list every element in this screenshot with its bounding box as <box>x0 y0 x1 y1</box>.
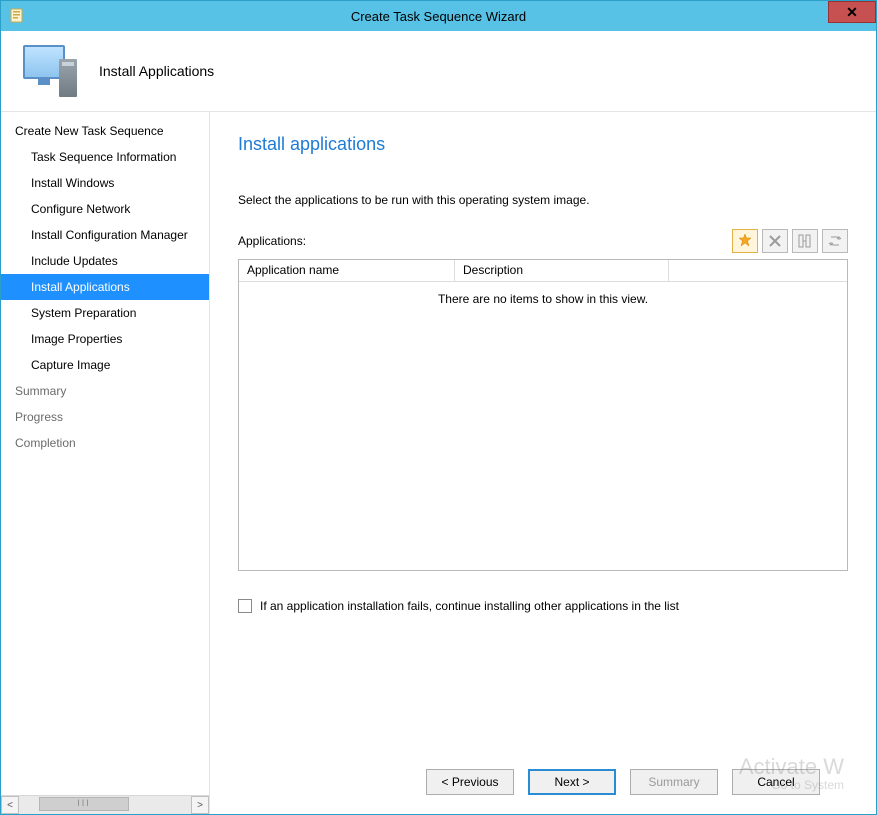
nav-step[interactable]: Install Configuration Manager <box>1 222 209 248</box>
instruction-text: Select the applications to be run with t… <box>238 193 848 207</box>
cancel-button[interactable]: Cancel <box>732 769 820 795</box>
nav-step-label: System Preparation <box>31 306 136 320</box>
nav-step-label: Progress <box>15 410 63 424</box>
nav-step-label: Configure Network <box>31 202 130 216</box>
sidebar-scrollbar[interactable]: < III > <box>1 795 209 814</box>
wizard-footer: < Previous Next > Summary Cancel Activat… <box>238 750 848 814</box>
nav-step[interactable]: Include Updates <box>1 248 209 274</box>
nav-step-label: Completion <box>15 436 76 450</box>
list-header: Application name Description <box>239 260 847 282</box>
main-content: Install applications Select the applicat… <box>210 112 876 814</box>
window-title: Create Task Sequence Wizard <box>1 9 876 24</box>
previous-button[interactable]: < Previous <box>426 769 514 795</box>
reorder-button[interactable] <box>822 229 848 253</box>
properties-button[interactable] <box>792 229 818 253</box>
nav-step[interactable]: Summary <box>1 378 209 404</box>
column-description[interactable]: Description <box>455 260 669 282</box>
continue-on-fail-row: If an application installation fails, co… <box>238 599 848 613</box>
continue-on-fail-checkbox[interactable] <box>238 599 252 613</box>
nav-step[interactable]: Create New Task Sequence <box>1 118 209 144</box>
nav-step-label: Summary <box>15 384 66 398</box>
nav-step-label: Task Sequence Information <box>31 150 176 164</box>
scroll-right-button[interactable]: > <box>191 796 209 814</box>
starburst-icon <box>737 233 753 249</box>
nav-step[interactable]: Progress <box>1 404 209 430</box>
wizard-window: Create Task Sequence Wizard ✕ Install Ap… <box>0 0 877 815</box>
sidebar: Create New Task Sequence Task Sequence In… <box>1 112 210 814</box>
nav-step-label: Create New Task Sequence <box>15 124 164 138</box>
titlebar: Create Task Sequence Wizard ✕ <box>1 1 876 31</box>
nav-step-label: Install Configuration Manager <box>31 228 188 242</box>
column-spacer <box>669 260 847 282</box>
delete-application-button[interactable] <box>762 229 788 253</box>
nav-step-label: Image Properties <box>31 332 122 346</box>
nav-step[interactable]: System Preparation <box>1 300 209 326</box>
scrollbar-thumb[interactable]: III <box>39 797 129 811</box>
nav-step[interactable]: Install Windows <box>1 170 209 196</box>
nav-step-label: Include Updates <box>31 254 118 268</box>
step-title: Install Applications <box>99 63 214 79</box>
computer-icon <box>19 45 77 97</box>
applications-list[interactable]: Application name Description There are n… <box>238 259 848 571</box>
nav-step[interactable]: Image Properties <box>1 326 209 352</box>
reorder-icon <box>827 233 843 249</box>
next-button[interactable]: Next > <box>528 769 616 795</box>
column-application-name[interactable]: Application name <box>239 260 455 282</box>
add-application-button[interactable] <box>732 229 758 253</box>
body: Create New Task Sequence Task Sequence In… <box>1 111 876 814</box>
properties-icon <box>797 233 813 249</box>
applications-label: Applications: <box>238 234 306 248</box>
nav-step-label: Install Windows <box>31 176 114 190</box>
summary-button[interactable]: Summary <box>630 769 718 795</box>
nav-step[interactable]: Configure Network <box>1 196 209 222</box>
step-nav: Create New Task Sequence Task Sequence In… <box>1 112 209 795</box>
page-heading: Install applications <box>238 134 848 155</box>
scrollbar-track[interactable]: III <box>19 796 191 814</box>
nav-step[interactable]: Completion <box>1 430 209 456</box>
nav-step[interactable]: Install Applications <box>1 274 209 300</box>
nav-step[interactable]: Task Sequence Information <box>1 144 209 170</box>
continue-on-fail-label: If an application installation fails, co… <box>260 599 679 613</box>
nav-step-label: Install Applications <box>31 280 130 294</box>
nav-step-label: Capture Image <box>31 358 110 372</box>
header: Install Applications <box>1 31 876 111</box>
applications-toolbar <box>732 229 848 253</box>
delete-icon <box>767 233 783 249</box>
list-empty-message: There are no items to show in this view. <box>239 282 847 570</box>
applications-label-row: Applications: <box>238 229 848 253</box>
scroll-left-button[interactable]: < <box>1 796 19 814</box>
nav-step[interactable]: Capture Image <box>1 352 209 378</box>
